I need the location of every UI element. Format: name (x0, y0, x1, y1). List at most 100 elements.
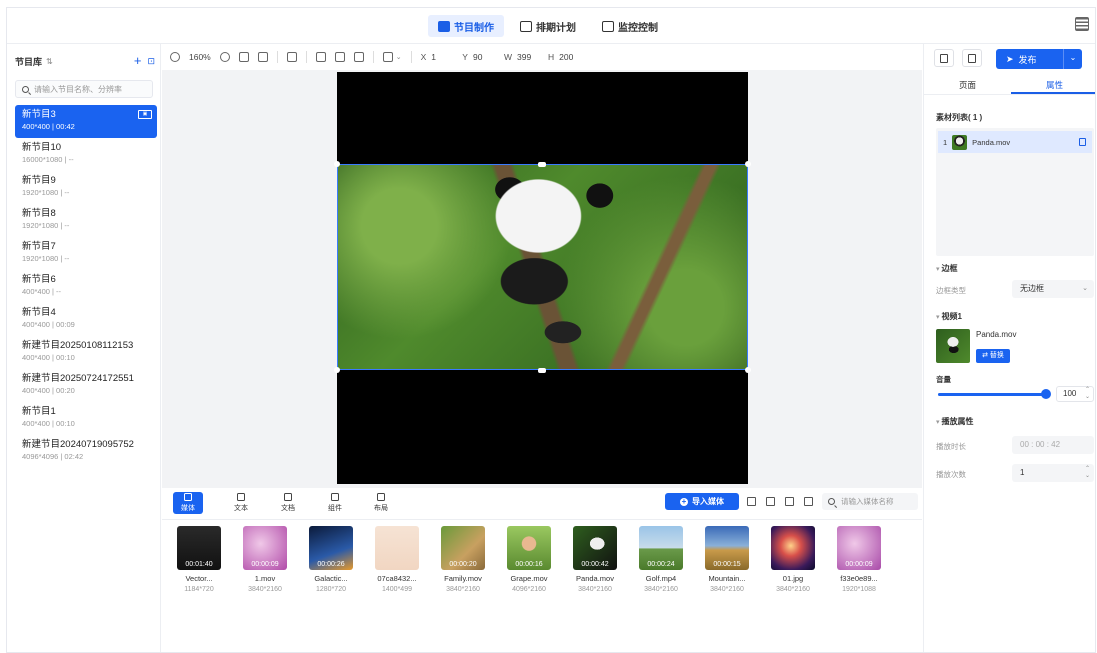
import-label: 导入媒体 (692, 497, 724, 506)
program-item[interactable]: 新节目9 1920*1080 | -- (15, 171, 157, 204)
resize-handle[interactable] (334, 161, 340, 167)
import-media-button[interactable]: + 导入媒体 (665, 493, 739, 510)
publish-dropdown-icon[interactable]: ⌄ (1063, 49, 1082, 69)
menu-icon[interactable] (1075, 17, 1089, 31)
tab-text[interactable]: 文本 (226, 492, 256, 514)
program-meta: 400*400 | 00:10 (22, 419, 75, 428)
media-item[interactable]: 00:00:20 Family.mov 3840*2160 (434, 526, 492, 593)
tab-program-production[interactable]: 节目制作 (428, 15, 504, 37)
program-library-panel: 节目库 ⇅ + ⊡ 新节目3 400*400 | 00:42 ▣ 新节目10 16… (7, 44, 161, 652)
media-item[interactable]: 00:00:15 Mountain... 3840*2160 (698, 526, 756, 593)
tab-document[interactable]: 文档 (273, 492, 303, 514)
add-program-button[interactable]: + (134, 54, 142, 67)
material-item[interactable]: 1 Panda.mov (938, 131, 1092, 153)
tab-schedule-plan[interactable]: 排期计划 (510, 15, 586, 37)
program-item[interactable]: 新节目3 400*400 | 00:42 ▣ (15, 105, 157, 138)
trash-icon[interactable] (1079, 138, 1086, 146)
volume-input[interactable]: 100 ⌃ ⌄ (1056, 386, 1094, 402)
program-item[interactable]: 新节目10 16000*1080 | -- (15, 138, 157, 171)
program-search-input[interactable] (34, 84, 144, 94)
resize-handle[interactable] (745, 367, 751, 373)
media-thumbnail: 00:01:40 (177, 526, 221, 570)
publish-button[interactable]: ➤ 发布 ⌄ (996, 49, 1082, 69)
x-value[interactable]: 1 (431, 52, 453, 62)
volume-slider[interactable] (938, 389, 1051, 399)
media-item[interactable]: 00:00:42 Panda.mov 3840*2160 (566, 526, 624, 593)
tab-monitor-control[interactable]: 监控控制 (592, 15, 668, 37)
media-item[interactable]: 00:01:40 Vector... 1184*720 (170, 526, 228, 593)
list-view-icon[interactable] (747, 497, 756, 506)
frame-icon[interactable] (257, 52, 268, 62)
tab-properties[interactable]: 属性 (1011, 77, 1095, 94)
media-item[interactable]: 00:00:09 f33e0e89... 1920*1088 (830, 526, 888, 593)
divider (305, 51, 307, 63)
video-section-title[interactable]: 视频1 (936, 311, 961, 322)
media-item[interactable]: 00:00:26 Galactic... 1280*720 (302, 526, 360, 593)
media-search-input[interactable] (841, 497, 916, 506)
media-item[interactable]: 00:00:16 Grape.mov 4096*2160 (500, 526, 558, 593)
program-item[interactable]: 新节目4 400*400 | 00:09 (15, 303, 157, 336)
program-item[interactable]: 新建节目20250108112153 400*400 | 00:10 (15, 336, 157, 369)
program-item[interactable]: 新节目1 400*400 | 00:10 (15, 402, 157, 435)
w-value[interactable]: 399 (517, 52, 539, 62)
tab-component[interactable]: 组件 (320, 492, 350, 514)
media-item[interactable]: 07ca8432... 1400*499 (368, 526, 426, 593)
layer-icon[interactable] (382, 52, 393, 62)
resize-handle[interactable] (334, 367, 340, 373)
chevron-down-icon[interactable]: ⌄ (396, 53, 402, 61)
media-size: 3840*2160 (644, 586, 678, 593)
delete-icon[interactable] (804, 497, 813, 506)
stepper-icon[interactable]: ⌃ ⌄ (1085, 466, 1090, 480)
delete-icon[interactable] (286, 52, 297, 62)
program-item[interactable]: 新建节目20240719095752 4096*4096 | 02:42 (15, 435, 157, 468)
import-program-icon[interactable]: ⊡ (147, 56, 155, 66)
align-horizontal-icon[interactable] (334, 52, 345, 62)
zoom-in-icon[interactable] (219, 52, 230, 62)
stepper-icon[interactable]: ⌃ ⌄ (1085, 387, 1090, 401)
tab-media[interactable]: 媒体 (173, 492, 203, 514)
border-type-select[interactable]: 无边框 ⌄ (1012, 280, 1094, 298)
program-item[interactable]: 新节目7 1920*1080 | -- (15, 237, 157, 270)
grid-view-icon[interactable] (785, 497, 794, 506)
program-item[interactable]: 新节目6 400*400 | -- (15, 270, 157, 303)
media-thumbnail (771, 526, 815, 570)
playback-section-title[interactable]: 播放属性 (936, 416, 973, 427)
y-value[interactable]: 90 (473, 52, 495, 62)
media-grid: 00:01:40 Vector... 1184*720 00:00:09 1.mov 3… (170, 526, 922, 606)
sort-icon[interactable]: ⇅ (46, 57, 53, 66)
media-item[interactable]: 00:00:24 Golf.mp4 3840*2160 (632, 526, 690, 593)
resize-handle[interactable] (538, 368, 546, 373)
play-count-label: 播放次数 (936, 470, 966, 479)
edit-badge-icon[interactable]: ▣ (138, 110, 152, 119)
media-item[interactable]: 00:00:09 1.mov 3840*2160 (236, 526, 294, 593)
media-view-icons (747, 497, 813, 506)
search-icon (828, 498, 835, 505)
volume-knob[interactable] (1041, 389, 1051, 399)
play-count-input[interactable]: 1 ⌃ ⌄ (1012, 464, 1094, 482)
tab-page[interactable]: 页面 (924, 77, 1011, 94)
tab-layout[interactable]: 布局 (366, 492, 396, 514)
resize-handle[interactable] (538, 162, 546, 167)
tree-view-icon[interactable] (766, 497, 775, 506)
panda-video-element[interactable] (337, 164, 748, 370)
fullscreen-icon[interactable] (315, 52, 326, 62)
library-actions: + ⊡ (134, 54, 155, 67)
program-item[interactable]: 新节目8 1920*1080 | -- (15, 204, 157, 237)
search-icon (22, 85, 29, 93)
app-window: 节目制作 排期计划 监控控制 节目库 ⇅ + ⊡ 请输入节目名称、分辨率 新节目… (6, 7, 1096, 653)
border-section-title[interactable]: 边框 (936, 263, 957, 274)
align-vertical-icon[interactable] (353, 52, 364, 62)
resize-handle[interactable] (745, 161, 751, 167)
media-item[interactable]: 01.jpg 3840*2160 (764, 526, 822, 593)
replace-button[interactable]: ⇄ 替换 (976, 349, 1010, 363)
fit-icon[interactable] (238, 52, 249, 62)
zoom-out-icon[interactable] (170, 52, 180, 62)
h-value[interactable]: 200 (559, 52, 581, 62)
program-name: 新节目10 (22, 142, 62, 153)
preview-button[interactable] (934, 49, 954, 67)
editor-canvas[interactable] (162, 70, 922, 488)
main-tabs: 节目制作 排期计划 监控控制 (428, 15, 668, 37)
program-stage[interactable] (334, 72, 751, 484)
save-button[interactable] (962, 49, 982, 67)
program-item[interactable]: 新建节目20250724172551 400*400 | 00:20 (15, 369, 157, 402)
